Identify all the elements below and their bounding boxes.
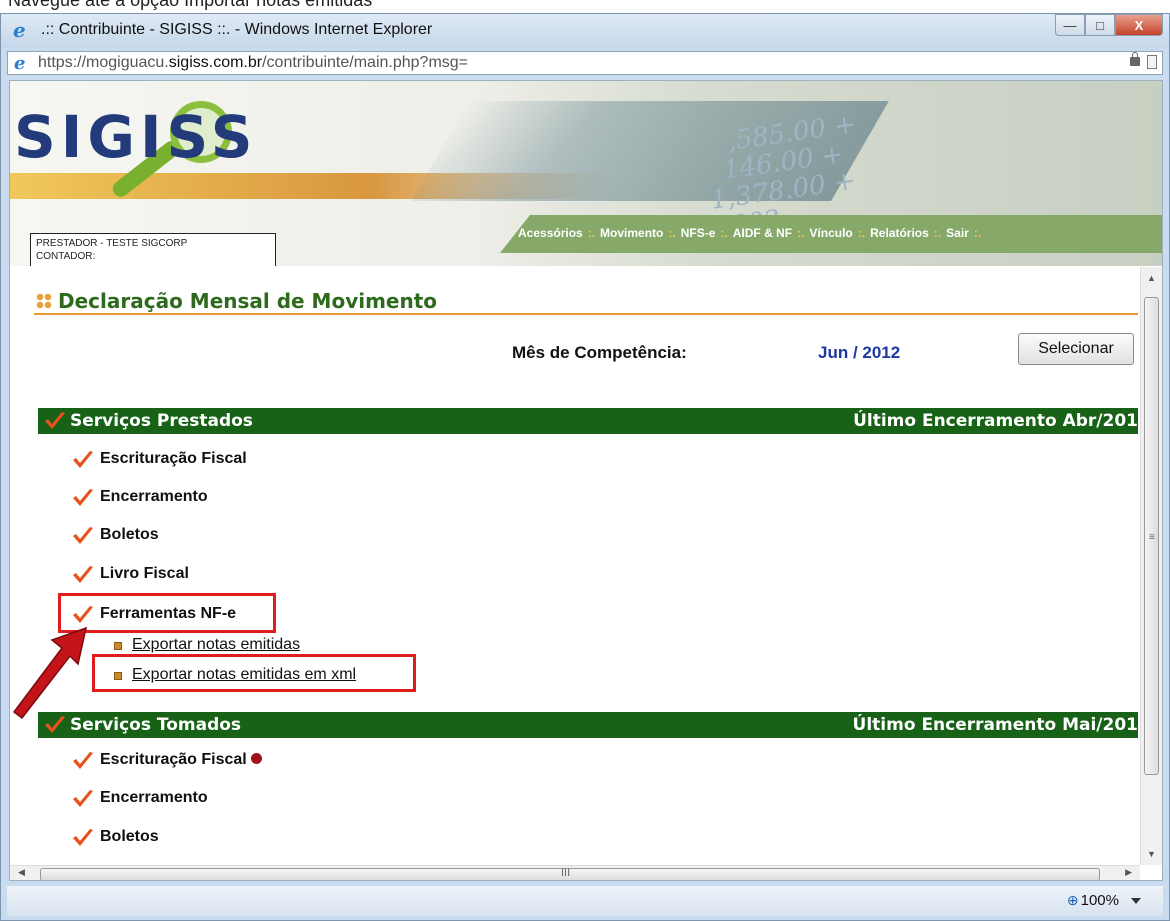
page-favicon-icon: e [14,53,26,74]
maximize-button[interactable]: □ [1085,14,1115,36]
main-menu-items: Acessórios:. Movimento:. NFS-e:. AIDF & … [518,226,986,240]
page-title-text: Declaração Mensal de Movimento [58,289,438,313]
horizontal-scroll-thumb[interactable]: III [40,867,1100,880]
menu-nfse[interactable]: NFS-e [681,226,716,240]
check-icon [73,829,93,846]
last-closing: Último Encerramento Abr/201 [853,411,1138,431]
zoom-value: 100% [1080,892,1119,909]
menu-separator: :. [668,226,676,240]
last-closing: Último Encerramento Mai/201 [852,715,1138,735]
menu-separator: :. [933,226,942,240]
competencia-value: Jun / 2012 [818,343,901,362]
bullet-icon [114,642,122,650]
address-url[interactable]: https://mogiguacu.sigiss.com.br/contribu… [38,54,468,72]
lock-icon[interactable] [1130,52,1140,66]
check-icon [73,489,93,506]
section-servicos-prestados[interactable]: Serviços Prestados Último Encerramento A… [38,408,1138,434]
section-title: Serviços Prestados [70,411,253,431]
vertical-scroll-thumb[interactable]: ≡ [1144,297,1159,775]
user-info-box: PRESTADOR - TESTE SIGCORP CONTADOR: [30,233,276,266]
check-icon [73,752,93,769]
menu-acessorios[interactable]: Acessórios [518,226,583,240]
scroll-up-icon[interactable]: ▲ [1147,273,1156,283]
title-dots-icon [36,293,52,309]
page-report-icon[interactable] [1147,55,1157,69]
page-content: ,585.00 + 146.00 + 1,378.00 + 1,002. SIG… [9,80,1163,881]
url-domain: sigiss.com.br [168,54,263,71]
scroll-right-icon[interactable]: ▶ [1125,867,1132,878]
title-divider [34,313,1138,315]
item-label: Encerramento [100,488,208,505]
menu-vinculo[interactable]: Vínculo [809,226,852,240]
window-titlebar[interactable]: e .:: Contribuinte - SIGISS ::. - Window… [1,14,1169,48]
competencia-label: Mês de Competência: [512,343,687,362]
address-bar[interactable]: e https://mogiguacu.sigiss.com.br/contri… [7,51,1163,75]
user-contador: CONTADOR: [36,251,96,262]
window-title: .:: Contribuinte - SIGISS ::. - Windows … [41,21,433,38]
select-button[interactable]: Selecionar [1018,333,1134,365]
sigiss-logo: SIGISS [14,103,258,171]
menu-relatorios[interactable]: Relatórios [870,226,929,240]
minimize-button[interactable]: — [1055,14,1085,36]
item-label: Livro Fiscal [100,565,189,582]
menu-separator: :. [587,226,596,240]
scroll-left-icon[interactable]: ◀ [18,867,25,878]
user-prestador: PRESTADOR - TESTE SIGCORP [36,238,188,249]
highlight-exportar-xml [92,654,416,692]
menu-sair[interactable]: Sair [946,226,969,240]
grip-icon: III [561,867,571,879]
menu-movimento[interactable]: Movimento [600,226,663,240]
check-icon [45,412,65,429]
zoom-level[interactable]: ⊕ 100% [1067,892,1119,909]
horizontal-scrollbar[interactable]: ◀ III ▶ [10,865,1140,880]
red-arrow-annotation [12,626,88,720]
item-label-text: Escrituração Fiscal [100,751,247,768]
section-servicos-tomados[interactable]: Serviços Tomados Último Encerramento Mai… [38,712,1138,738]
close-button[interactable]: X [1115,14,1163,36]
page-title: Declaração Mensal de Movimento [36,289,437,313]
item-label: Escrituração Fiscal [100,751,262,769]
vertical-scrollbar[interactable]: ▲ ≡ ▼ [1140,267,1162,865]
zoom-icon: ⊕ [1066,892,1079,908]
check-icon [73,790,93,807]
item-label: Escrituração Fiscal [100,450,247,467]
scroll-down-icon[interactable]: ▼ [1147,849,1156,859]
item-label: Encerramento [100,789,208,806]
check-icon [73,566,93,583]
browser-window: e .:: Contribuinte - SIGISS ::. - Window… [0,13,1170,921]
menu-separator: :. [857,226,866,240]
check-icon [73,451,93,468]
site-header: ,585.00 + 146.00 + 1,378.00 + 1,002. SIG… [10,81,1162,266]
sub-label[interactable]: Exportar notas emitidas [132,636,300,654]
window-controls: — □ X [1055,14,1163,38]
ie-logo-icon: e [13,18,26,42]
menu-separator: :. [720,226,728,240]
chevron-down-icon[interactable] [1131,898,1141,904]
status-bar: ⊕ 100% [7,886,1163,916]
main-menu: Acessórios:. Movimento:. NFS-e:. AIDF & … [500,215,1162,253]
menu-separator: :. [973,226,982,240]
check-icon [73,527,93,544]
menu-separator: :. [797,226,805,240]
grip-icon: ≡ [1149,532,1155,543]
url-suffix: /contribuinte/main.php?msg= [262,54,469,71]
pending-dot-icon [250,753,262,764]
menu-aidf-nf[interactable]: AIDF & NF [733,226,792,240]
instruction-caption: Navegue até a opção Importar notas emiti… [8,0,373,10]
item-label: Boletos [100,526,159,543]
url-prefix: https://mogiguacu. [38,54,169,71]
item-label: Boletos [100,828,159,845]
